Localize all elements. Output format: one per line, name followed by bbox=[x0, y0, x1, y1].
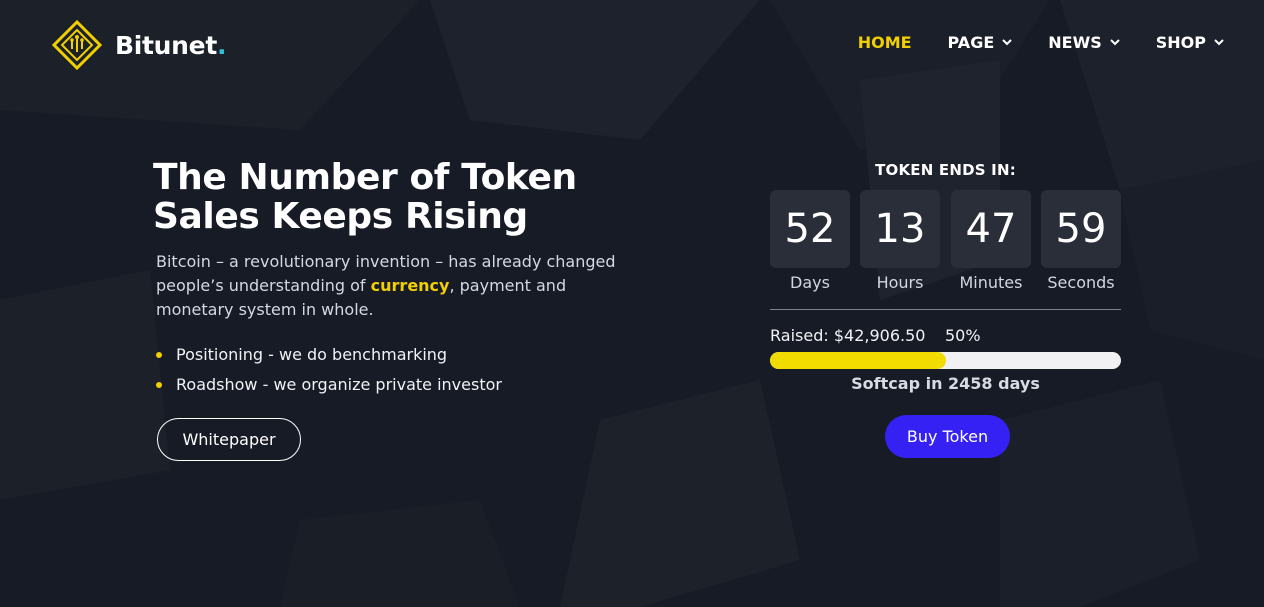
buy-token-button[interactable]: Buy Token bbox=[885, 415, 1010, 458]
nav-page[interactable]: PAGE bbox=[948, 33, 1013, 52]
countdown-hours-label: Hours bbox=[876, 273, 924, 292]
countdown-minutes-label: Minutes bbox=[959, 273, 1023, 292]
divider bbox=[770, 309, 1121, 310]
hero-description: Bitcoin – a revolutionary invention – ha… bbox=[156, 252, 616, 319]
circuit-diamond-icon bbox=[52, 20, 102, 70]
countdown-days: 52 bbox=[770, 190, 850, 268]
chevron-down-icon bbox=[1110, 39, 1120, 46]
feature-list: Positioning - we do benchmarking Roadsho… bbox=[156, 340, 502, 400]
brand-logo[interactable]: Bitunet. bbox=[52, 20, 226, 70]
nav-shop[interactable]: SHOP bbox=[1156, 33, 1224, 52]
main-nav: HOME PAGE NEWS SHOP bbox=[858, 33, 1224, 52]
hero-title: The Number of Token Sales Keeps Rising bbox=[153, 157, 577, 237]
chevron-down-icon bbox=[1002, 39, 1012, 46]
nav-news[interactable]: NEWS bbox=[1048, 33, 1120, 52]
nav-home[interactable]: HOME bbox=[858, 33, 912, 52]
countdown-days-label: Days bbox=[790, 273, 830, 292]
brand-name: Bitunet. bbox=[115, 30, 227, 60]
chevron-down-icon bbox=[1214, 39, 1224, 46]
raised-percent: 50% bbox=[945, 326, 981, 345]
countdown-seconds-label: Seconds bbox=[1047, 273, 1115, 292]
brand-dot: . bbox=[216, 30, 227, 60]
dot-icon bbox=[156, 352, 162, 358]
list-item: Positioning - we do benchmarking bbox=[156, 340, 502, 370]
raise-progress-fill bbox=[770, 352, 946, 369]
dot-icon bbox=[156, 382, 162, 388]
countdown-hours: 13 bbox=[860, 190, 940, 268]
raise-progress-bar bbox=[770, 352, 1121, 369]
highlight-currency: currency bbox=[370, 276, 450, 295]
countdown-seconds: 59 bbox=[1041, 190, 1121, 268]
countdown-minutes: 47 bbox=[951, 190, 1031, 268]
whitepaper-button[interactable]: Whitepaper bbox=[157, 418, 301, 461]
raised-amount: Raised: $42,906.50 bbox=[770, 326, 926, 345]
token-ends-title: TOKEN ENDS IN: bbox=[875, 161, 1016, 179]
softcap-text: Softcap in 2458 days bbox=[851, 374, 1040, 393]
list-item: Roadshow - we organize private investor bbox=[156, 370, 502, 400]
